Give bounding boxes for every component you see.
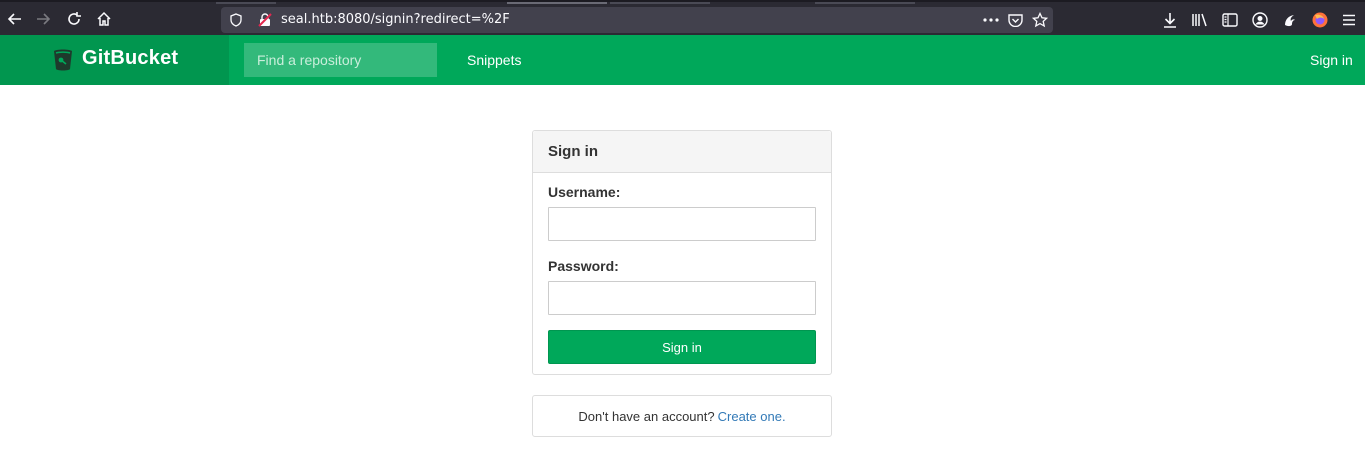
signin-panel: Sign in Username: Password: Sign in: [532, 130, 832, 375]
password-input[interactable]: [548, 281, 816, 315]
username-label: Username:: [548, 184, 621, 200]
signup-prompt: Don't have an account?: [578, 408, 715, 424]
username-input[interactable]: [548, 207, 816, 241]
site-header: GitBucket Snippets Sign in: [0, 35, 1365, 85]
insecure-lock-icon[interactable]: [256, 11, 274, 29]
browser-toolbar: seal.htb:8080/signin?redirect=%2F: [0, 0, 1365, 35]
password-label: Password:: [548, 258, 619, 274]
signin-button[interactable]: Sign in: [548, 330, 816, 364]
more-dots-icon[interactable]: [982, 11, 1000, 29]
download-icon[interactable]: [1160, 10, 1180, 30]
tab-strip: [0, 2, 1365, 4]
forward-arrow-icon[interactable]: [33, 9, 53, 29]
gitbucket-logo-icon[interactable]: [52, 48, 76, 72]
nav-signin-link[interactable]: Sign in: [1310, 52, 1353, 68]
signin-panel-title: Sign in: [533, 131, 831, 173]
sidebar-icon[interactable]: [1220, 10, 1240, 30]
menu-icon[interactable]: [1339, 10, 1359, 30]
create-account-link[interactable]: Create one.: [718, 409, 786, 424]
firefox-icon[interactable]: [1310, 10, 1330, 30]
url-text[interactable]: seal.htb:8080/signin?redirect=%2F: [281, 12, 510, 27]
star-icon[interactable]: [1031, 11, 1049, 29]
brand-area[interactable]: GitBucket: [0, 35, 229, 85]
library-icon[interactable]: [1190, 10, 1210, 30]
reload-icon[interactable]: [64, 9, 84, 29]
nav-snippets-link[interactable]: Snippets: [467, 52, 521, 68]
account-icon[interactable]: [1250, 10, 1270, 30]
pocket-icon[interactable]: [1006, 11, 1024, 29]
extension-icon[interactable]: [1280, 10, 1300, 30]
url-bar[interactable]: seal.htb:8080/signin?redirect=%2F: [221, 7, 1053, 33]
signup-box: Don't have an account? Create one.: [532, 395, 832, 437]
back-arrow-icon[interactable]: [5, 9, 25, 29]
home-icon[interactable]: [94, 9, 114, 29]
shield-icon[interactable]: [227, 11, 245, 29]
repository-search-input[interactable]: [244, 43, 437, 77]
brand-title[interactable]: GitBucket: [82, 47, 178, 70]
